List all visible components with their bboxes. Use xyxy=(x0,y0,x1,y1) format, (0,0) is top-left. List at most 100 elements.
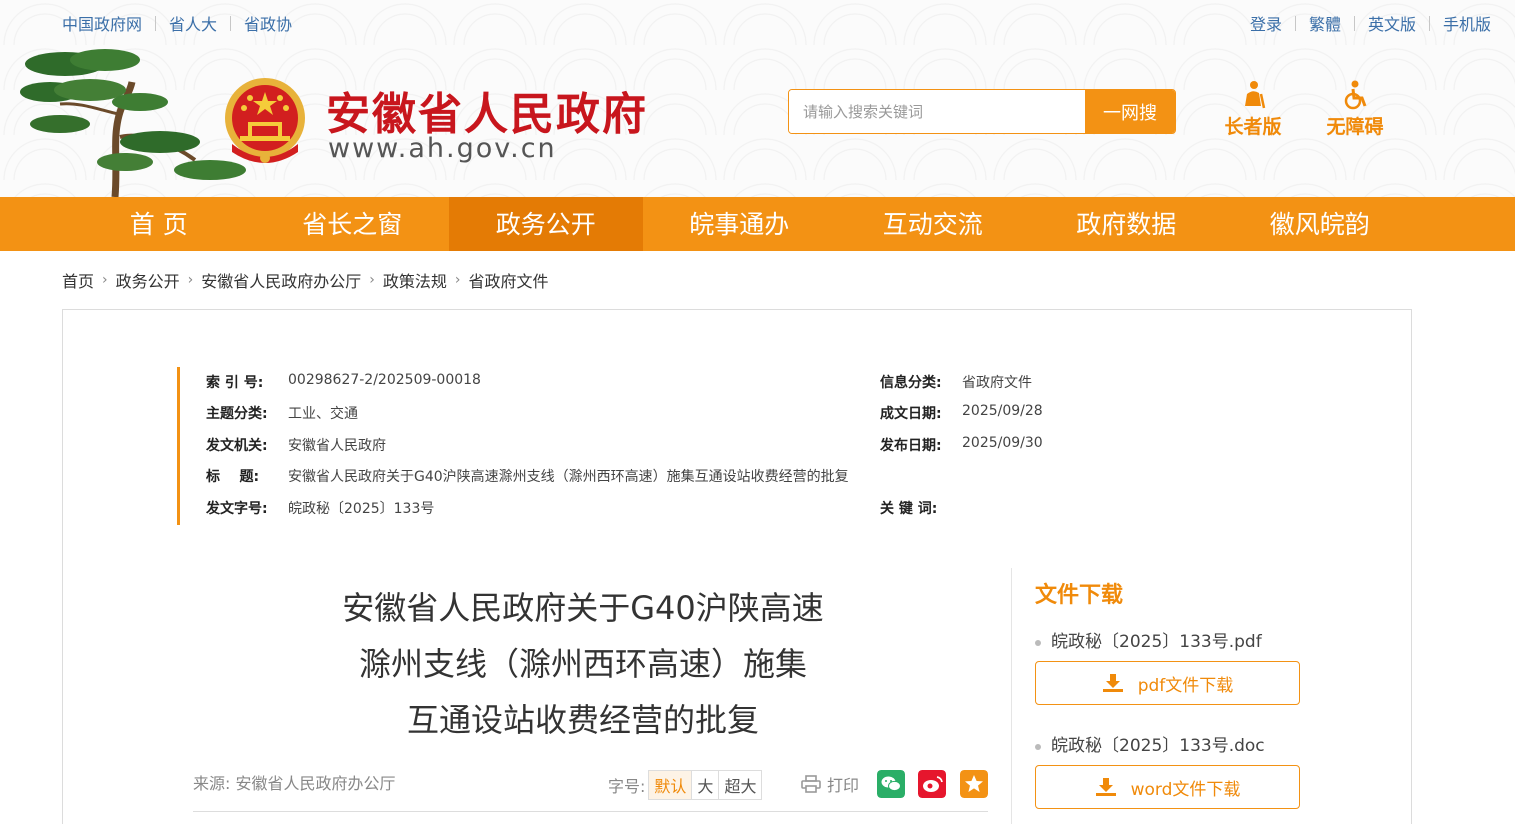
meta-issuer-value: 安徽省人民政府 xyxy=(288,438,386,454)
national-emblem-icon xyxy=(225,78,305,163)
nav-interaction[interactable]: 互动交流 xyxy=(836,197,1030,251)
link-cppcc[interactable]: 省政协 xyxy=(244,11,292,35)
font-size-selector: 字号: 默认 大 超大 xyxy=(608,770,763,800)
breadcrumb-office[interactable]: 安徽省人民政府办公厅 xyxy=(201,268,361,292)
file-name-pdf: 皖政秘〔2025〕133号.pdf xyxy=(1035,627,1305,657)
document-source: 来源: 安徽省人民政府办公厅 xyxy=(193,774,396,793)
meta-theme-key: 主题分类: xyxy=(206,406,268,422)
nav-home[interactable]: 首 页 xyxy=(62,197,256,251)
download-icon xyxy=(1095,778,1116,796)
download-icon xyxy=(1102,674,1123,692)
vertical-divider xyxy=(1011,568,1012,824)
top-links-left: 中国政府网 省人大 省政协 xyxy=(62,11,292,35)
wheelchair-icon xyxy=(1344,80,1367,110)
breadcrumb: 首页 › 政务公开 › 安徽省人民政府办公厅 › 政策法规 › 省政府文件 xyxy=(62,268,549,292)
divider xyxy=(155,15,157,31)
font-size-xlarge[interactable]: 超大 xyxy=(718,770,763,800)
breadcrumb-provincial-documents[interactable]: 省政府文件 xyxy=(469,268,549,292)
meta-category: 信息分类: 省政府文件 xyxy=(880,372,1032,392)
meta-index-value: 00298627-2/202509-00018 xyxy=(288,372,481,388)
chevron-right-icon: › xyxy=(187,272,194,288)
wechat-icon[interactable] xyxy=(877,770,905,798)
divider xyxy=(1294,15,1296,31)
meta-index-key: 索 引 号: xyxy=(206,375,264,391)
chevron-right-icon: › xyxy=(102,272,108,288)
font-size-default[interactable]: 默认 xyxy=(648,770,693,800)
meta-issuer-key: 发文机关: xyxy=(206,438,268,454)
search-button[interactable]: 一网搜 xyxy=(1085,90,1175,133)
link-gov-cn[interactable]: 中国政府网 xyxy=(62,11,142,35)
traditional-chinese-link[interactable]: 繁體 xyxy=(1309,11,1341,35)
print-label: 打印 xyxy=(827,776,860,795)
source-bar: 来源: 安徽省人民政府办公厅 字号: 默认 大 超大 打印 xyxy=(193,770,988,812)
search-input[interactable] xyxy=(789,90,1085,133)
pdf-download-label: pdf文件下载 xyxy=(1137,675,1234,696)
nav-culture[interactable]: 徽风皖韵 xyxy=(1223,197,1417,251)
weibo-icon[interactable] xyxy=(918,770,946,798)
file-name-doc: 皖政秘〔2025〕133号.doc xyxy=(1035,731,1305,761)
meta-docno-value: 皖政秘〔2025〕133号 xyxy=(288,501,435,517)
top-links-right: 登录 繁體 英文版 手机版 xyxy=(1250,11,1491,35)
divider xyxy=(1428,15,1430,31)
meta-title: 标 题: 安徽省人民政府关于G40沪陕高速滁州支线（滁州西环高速）施集互通设站收… xyxy=(206,466,849,486)
site-url: www.ah.gov.cn xyxy=(328,133,557,164)
meta-category-key: 信息分类: xyxy=(880,375,942,391)
meta-published-value: 2025/09/30 xyxy=(962,435,1043,451)
meta-theme-value: 工业、交通 xyxy=(288,406,358,422)
divider xyxy=(230,15,232,31)
meta-index: 索 引 号: 00298627-2/202509-00018 xyxy=(206,372,481,392)
chevron-right-icon: › xyxy=(369,272,375,288)
document-title-line: 滁州支线（滁州西环高速）施集 xyxy=(358,645,807,683)
elder-mode-button[interactable]: 长者版 xyxy=(1218,80,1288,139)
elder-mode-label: 长者版 xyxy=(1224,116,1282,138)
mobile-version-link[interactable]: 手机版 xyxy=(1443,11,1491,35)
meta-keywords: 关 键 词: xyxy=(880,498,962,518)
meta-written-key: 成文日期: xyxy=(880,406,942,422)
nav-government-affairs[interactable]: 政务公开 xyxy=(449,197,643,251)
downloads-title: 文件下载 xyxy=(1035,583,1124,608)
word-download-button[interactable]: word文件下载 xyxy=(1035,765,1300,809)
chevron-right-icon: › xyxy=(454,272,461,288)
site-header: 中国政府网 省人大 省政协 登录 繁體 英文版 手机版 安徽省人民政府 www.… xyxy=(0,0,1515,197)
meta-written-date: 成文日期: 2025/09/28 xyxy=(880,403,1043,423)
meta-published-date: 发布日期: 2025/09/30 xyxy=(880,435,1043,455)
meta-issuer: 发文机关: 安徽省人民政府 xyxy=(206,435,386,455)
favorite-icon[interactable] xyxy=(960,770,988,798)
nav-services[interactable]: 皖事通办 xyxy=(643,197,837,251)
meta-published-key: 发布日期: xyxy=(880,438,942,454)
print-button[interactable]: 打印 xyxy=(801,772,859,796)
word-download-label: word文件下载 xyxy=(1130,779,1241,800)
main-nav: 首 页 省长之窗 政务公开 皖事通办 互动交流 政府数据 徽风皖韵 xyxy=(0,197,1515,251)
meta-docno-key: 发文字号: xyxy=(206,501,268,517)
elder-icon xyxy=(1245,81,1266,109)
printer-icon xyxy=(801,775,821,793)
document-title-line: 安徽省人民政府关于G40沪陕高速 xyxy=(342,589,824,627)
font-size-label: 字号: xyxy=(608,777,646,796)
breadcrumb-policies[interactable]: 政策法规 xyxy=(383,268,447,292)
meta-docno: 发文字号: 皖政秘〔2025〕133号 xyxy=(206,498,434,518)
breadcrumb-government-affairs[interactable]: 政务公开 xyxy=(116,268,180,292)
document-title: 安徽省人民政府关于G40沪陕高速 滁州支线（滁州西环高速）施集 互通设站收费经营… xyxy=(283,580,883,748)
meta-title-value: 安徽省人民政府关于G40沪陕高速滁州支线（滁州西环高速）施集互通设站收费经营的批… xyxy=(288,469,849,485)
login-link[interactable]: 登录 xyxy=(1250,11,1282,35)
search-box: 一网搜 xyxy=(788,89,1176,134)
pdf-download-button[interactable]: pdf文件下载 xyxy=(1035,661,1300,705)
nav-governor-window[interactable]: 省长之窗 xyxy=(256,197,450,251)
divider xyxy=(1353,15,1355,31)
pine-tree-illustration xyxy=(20,49,246,197)
breadcrumb-home[interactable]: 首页 xyxy=(62,268,94,292)
meta-category-value: 省政府文件 xyxy=(962,375,1032,391)
content-panel: 索 引 号: 00298627-2/202509-00018 主题分类: 工业、… xyxy=(62,309,1412,824)
document-metadata: 索 引 号: 00298627-2/202509-00018 主题分类: 工业、… xyxy=(177,367,1177,525)
link-provincial-congress[interactable]: 省人大 xyxy=(169,11,217,35)
accessibility-mode-label: 无障碍 xyxy=(1326,116,1384,138)
document-title-line: 互通设站收费经营的批复 xyxy=(406,701,759,739)
english-version-link[interactable]: 英文版 xyxy=(1368,11,1416,35)
meta-written-value: 2025/09/28 xyxy=(962,403,1043,419)
meta-keywords-key: 关 键 词: xyxy=(880,501,938,517)
file-downloads: 文件下载 皖政秘〔2025〕133号.pdf pdf文件下载 皖政秘〔2025〕… xyxy=(1035,577,1305,809)
font-size-large[interactable]: 大 xyxy=(691,770,720,800)
nav-government-data[interactable]: 政府数据 xyxy=(1030,197,1224,251)
accessibility-mode-button[interactable]: 无障碍 xyxy=(1320,80,1390,139)
